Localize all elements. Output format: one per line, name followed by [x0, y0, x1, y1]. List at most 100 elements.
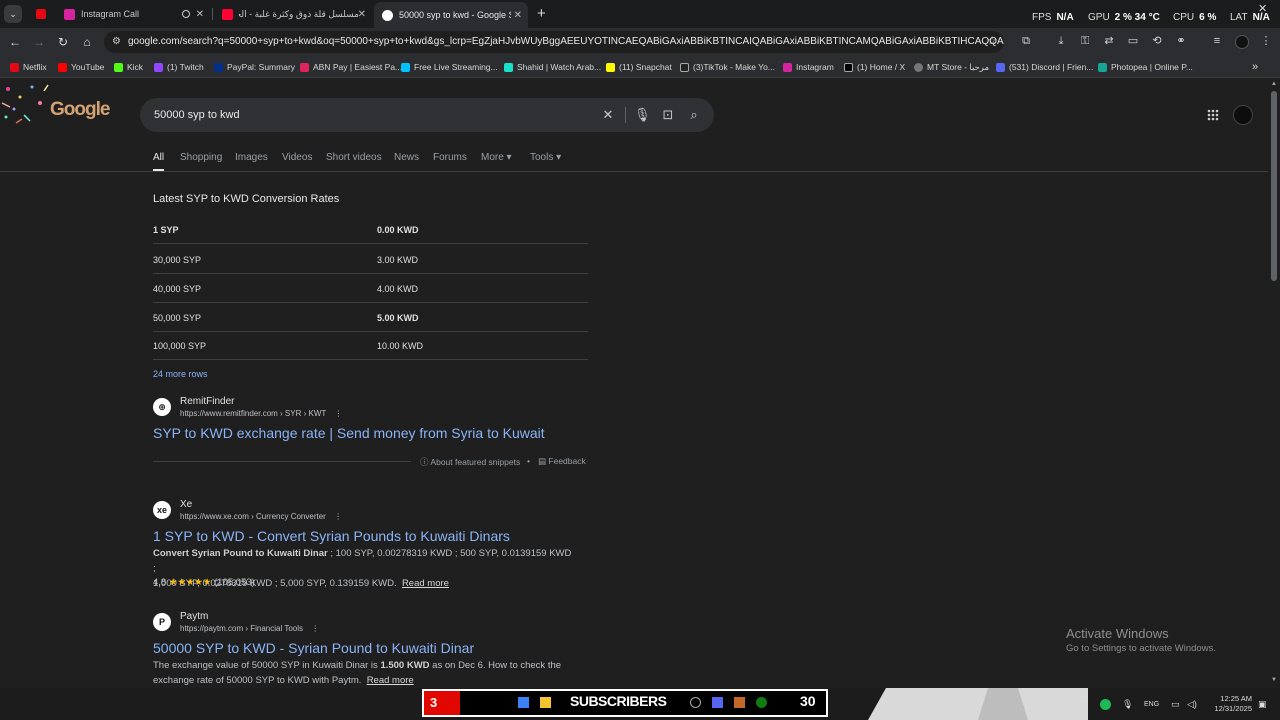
taskbar-app-icon[interactable]: [734, 697, 745, 708]
about-featured-snippets-link[interactable]: ⓘ About featured snippets: [420, 456, 520, 468]
bookmark-live-streaming[interactable]: Free Live Streaming...: [401, 60, 498, 74]
tab-forums[interactable]: Forums: [433, 152, 467, 163]
source-name[interactable]: RemitFinder: [180, 396, 234, 407]
download-icon[interactable]: ⤓: [1055, 35, 1067, 47]
file-explorer-icon[interactable]: [540, 697, 551, 708]
site-info-icon[interactable]: ⚙: [112, 31, 121, 53]
tab-more[interactable]: More ▾: [481, 152, 512, 163]
result-title-link[interactable]: 1 SYP to KWD - Convert Syrian Pounds to …: [153, 528, 510, 544]
more-options-icon[interactable]: ⋮: [311, 624, 319, 633]
microphone-tray-icon[interactable]: 🎙: [1122, 699, 1133, 710]
language-indicator[interactable]: ENG: [1144, 701, 1159, 708]
read-more-link[interactable]: Read more: [367, 675, 414, 686]
tab-instagram-call[interactable]: Instagram Call ✕: [56, 4, 210, 24]
apps-grid-icon[interactable]: [1207, 108, 1219, 121]
bookmark-instagram[interactable]: Instagram: [783, 60, 834, 74]
tab-google-search[interactable]: 50000 syp to kwd - Google Sea ✕: [374, 2, 528, 28]
bookmark-netflix[interactable]: Netflix: [10, 60, 47, 74]
feedback-link[interactable]: ▤ Feedback: [538, 456, 586, 467]
back-button[interactable]: ←: [6, 33, 24, 51]
clock[interactable]: 12:25 AM 12/31/2025: [1208, 694, 1252, 714]
bookmark-youtube[interactable]: YouTube: [58, 60, 104, 74]
bookmark-snapchat[interactable]: (11) Snapchat: [606, 60, 672, 74]
taskbar-start-icon[interactable]: [518, 697, 529, 708]
menu-dots-icon[interactable]: ⋮: [1260, 35, 1272, 47]
new-tab-button[interactable]: +: [537, 5, 546, 22]
bookmark-paypal[interactable]: PayPal: Summary: [214, 60, 295, 74]
network-icon[interactable]: ▭: [1171, 699, 1180, 710]
lens-icon[interactable]: ⊡: [661, 108, 675, 122]
bookmark-shahid[interactable]: Shahid | Watch Arab...: [504, 60, 601, 74]
bookmark-x[interactable]: (1) Home / X: [844, 60, 905, 74]
result-url[interactable]: https://paytm.com › Financial Tools ⋮: [180, 624, 319, 633]
result-site-name[interactable]: Xe: [180, 499, 192, 510]
tab-short-videos[interactable]: Short videos: [326, 152, 382, 163]
clear-icon[interactable]: ✕: [601, 108, 615, 122]
tab-search-button[interactable]: ⌄: [4, 5, 22, 23]
close-icon[interactable]: ✕: [358, 9, 366, 20]
bookmarks-overflow-button[interactable]: »: [1252, 60, 1258, 74]
tab-videos[interactable]: Videos: [282, 152, 312, 163]
forward-button[interactable]: →: [30, 33, 48, 51]
bookmark-mt-store[interactable]: MT Store - مرحبا: [914, 60, 989, 74]
youtube-icon: [58, 62, 67, 72]
link-icon[interactable]: ⚭: [1175, 35, 1187, 47]
bookmark-photopea[interactable]: Photopea | Online P...: [1098, 60, 1193, 74]
source-title-link[interactable]: SYP to KWD exchange rate | Send money fr…: [153, 425, 545, 441]
windows-taskbar: 3 SUBSCRIBERS 30 ⌃ 🎙 ENG ▭ ◁) 12:25 AM 1…: [0, 688, 1280, 720]
bookmark-kick[interactable]: Kick: [114, 60, 143, 74]
profile-avatar[interactable]: [1235, 35, 1249, 49]
notifications-icon[interactable]: ▣: [1258, 699, 1267, 710]
tab-shopping[interactable]: Shopping: [180, 152, 222, 163]
volume-icon[interactable]: ◁): [1187, 699, 1197, 710]
sub-left-count: 3: [424, 691, 460, 715]
bookmark-twitch[interactable]: (1) Twitch: [154, 60, 204, 74]
taskbar-app-icon[interactable]: [690, 697, 701, 708]
more-options-icon[interactable]: ⋮: [334, 512, 342, 521]
scrollbar-thumb[interactable]: [1271, 91, 1277, 281]
microphone-icon[interactable]: 🎙: [634, 108, 651, 122]
google-doodle-logo[interactable]: Google: [0, 81, 112, 127]
bookmark-discord[interactable]: (531) Discord | Frien...: [996, 60, 1093, 74]
tab-tools[interactable]: Tools ▾: [530, 152, 561, 163]
address-bar[interactable]: ⚙ google.com/search?q=50000+syp+to+kwd&o…: [104, 31, 1004, 53]
search-icon[interactable]: ⌕: [687, 108, 701, 122]
spotify-icon[interactable]: [1100, 699, 1111, 710]
more-rows-link[interactable]: 24 more rows: [153, 369, 208, 379]
scroll-down-icon[interactable]: ▼: [1271, 677, 1277, 683]
source-url[interactable]: https://www.remitfinder.com › SYR › KWT …: [180, 409, 342, 418]
tab-images[interactable]: Images: [235, 152, 268, 163]
wallpaper-portrait: [868, 688, 1088, 720]
result-title-link[interactable]: 50000 SYP to KWD - Syrian Pound to Kuwai…: [153, 640, 474, 656]
search-box[interactable]: 50000 syp to kwd ✕ 🎙 ⊡ ⌕: [140, 98, 714, 132]
taskbar-app-icon[interactable]: [712, 697, 723, 708]
translate-icon[interactable]: ⇄: [1103, 35, 1115, 47]
history-icon[interactable]: ⟲: [1151, 35, 1163, 47]
window-close-icon[interactable]: ✕: [1258, 2, 1267, 15]
home-button[interactable]: ⌂: [78, 33, 96, 51]
bookmark-abn-pay[interactable]: ABN Pay | Easiest Pa...: [300, 60, 402, 74]
bookmark-star-icon[interactable]: ☆: [986, 35, 998, 47]
search-input[interactable]: 50000 syp to kwd: [154, 109, 240, 121]
tray-overflow-icon[interactable]: ⌃: [1080, 699, 1088, 710]
more-options-icon[interactable]: ⋮: [334, 409, 342, 418]
reload-button[interactable]: ↻: [54, 33, 72, 51]
tab-all[interactable]: All: [153, 152, 164, 163]
instagram-icon: [64, 8, 75, 20]
page-scrollbar[interactable]: ▲ ▼: [1268, 79, 1280, 688]
card-icon[interactable]: ▭: [1127, 35, 1139, 47]
tab-news[interactable]: News: [394, 152, 419, 163]
xbox-icon[interactable]: [756, 697, 767, 708]
scroll-up-icon[interactable]: ▲: [1271, 81, 1277, 87]
close-icon[interactable]: ✕: [196, 9, 204, 20]
account-avatar[interactable]: [1233, 105, 1253, 125]
reading-list-icon[interactable]: ≡: [1211, 35, 1223, 47]
result-url[interactable]: https://www.xe.com › Currency Converter …: [180, 512, 342, 521]
extensions-icon[interactable]: ⧉: [1020, 35, 1032, 47]
tab-youtube-series[interactable]: مسلسل قلة ذوق وكثرة غلبة - الحـ ✕: [214, 4, 372, 24]
close-icon[interactable]: ✕: [514, 10, 522, 21]
bookmark-tiktok[interactable]: (3)TikTok - Make Yo...: [680, 60, 775, 74]
result-site-name[interactable]: Paytm: [180, 611, 208, 622]
pinned-tab-netflix[interactable]: [36, 9, 46, 19]
password-key-icon[interactable]: ⚿: [1079, 35, 1091, 47]
